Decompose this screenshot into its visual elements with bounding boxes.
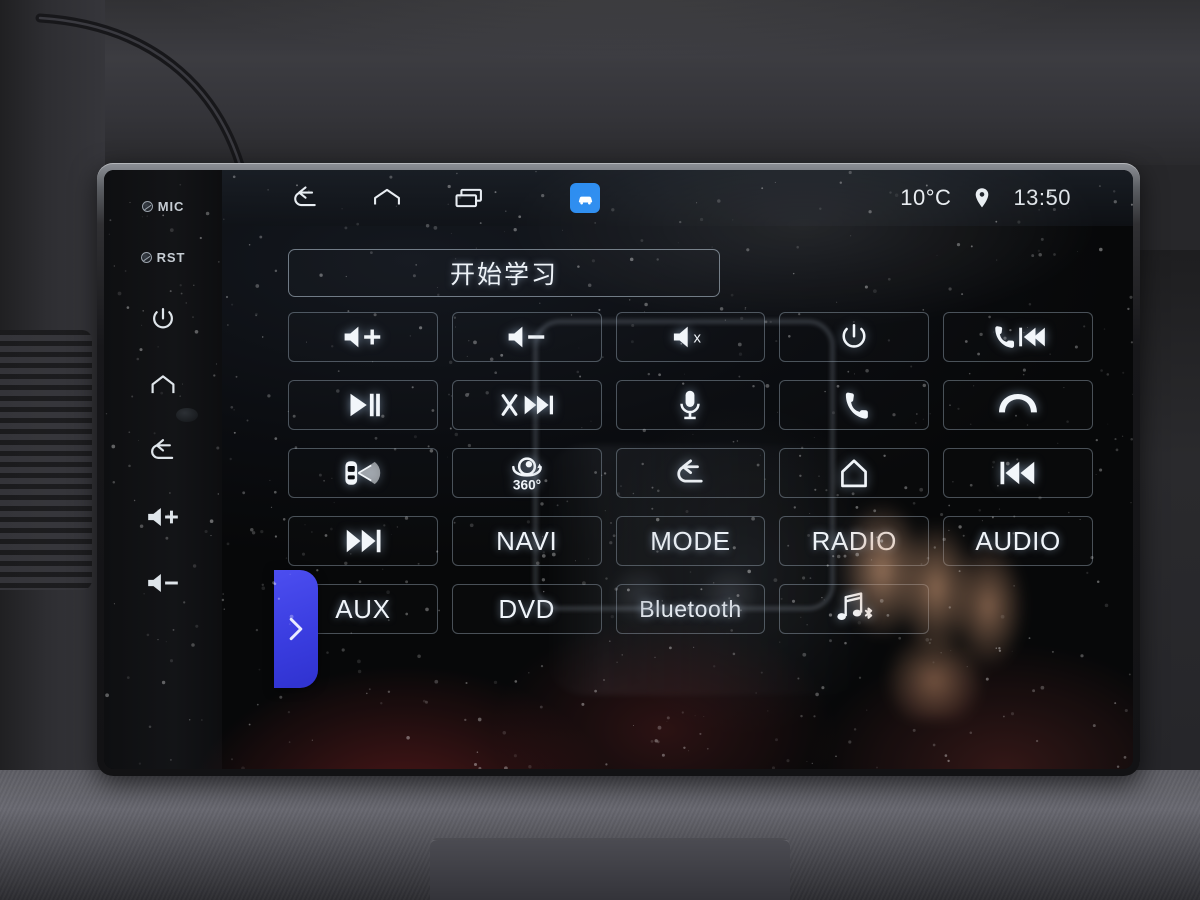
bezel-reset-button[interactable]: RST — [104, 228, 222, 286]
key-home[interactable] — [779, 448, 930, 498]
key-mute[interactable]: x — [615, 312, 766, 362]
reset-pinhole-icon — [140, 251, 152, 263]
svg-text:x: x — [694, 330, 702, 347]
key-call-hangup[interactable] — [943, 380, 1093, 430]
play-pause-icon — [350, 393, 380, 417]
key-navi[interactable]: NAVI — [451, 516, 602, 566]
key-volume-up[interactable] — [288, 312, 438, 362]
center-console-trim — [430, 838, 790, 900]
location-pin-icon — [976, 188, 989, 208]
clock-readout: 13:50 — [1013, 185, 1071, 210]
dashboard-photo: MIC RST 10°C 13:50 开始学习 x 360° NAVI MODE… — [0, 0, 1200, 900]
bezel-home-button[interactable] — [104, 352, 222, 418]
back-arrow-icon — [677, 459, 704, 483]
camera-360-icon: 360° — [511, 457, 542, 492]
key-mute-next[interactable] — [451, 380, 602, 430]
next-track-icon — [346, 529, 381, 553]
home-icon — [374, 188, 400, 205]
bezel-back-button[interactable] — [104, 418, 222, 484]
key-bluetooth[interactable]: Bluetooth — [615, 584, 766, 634]
key-previous-track[interactable] — [943, 448, 1093, 498]
chevron-right-icon — [289, 617, 303, 641]
rst-label: RST — [156, 249, 186, 265]
touchscreen[interactable]: MIC RST 10°C 13:50 开始学习 x 360° NAVI MODE… — [104, 170, 1133, 769]
car-cloud-icon — [578, 196, 592, 204]
key-parking-radar[interactable] — [288, 448, 438, 498]
volume-down-icon — [508, 326, 544, 348]
key-mode[interactable]: MODE — [615, 516, 766, 566]
key-radio[interactable]: RADIO — [779, 516, 930, 566]
power-icon — [153, 307, 173, 329]
phone-hangup-icon — [999, 394, 1038, 413]
key-call-answer[interactable] — [779, 380, 930, 430]
key-empty-slot — [943, 584, 1093, 634]
mute-next-track-icon — [501, 394, 553, 416]
phone-previous-icon — [995, 326, 1045, 348]
ir-sensor — [176, 408, 198, 422]
key-back[interactable] — [615, 448, 766, 498]
phone-answer-icon — [846, 392, 869, 419]
key-dvd[interactable]: DVD — [451, 584, 602, 634]
volume-down-icon — [148, 574, 178, 592]
recent-apps-icon — [455, 188, 482, 208]
air-vent — [0, 330, 92, 590]
key-next-track[interactable] — [288, 516, 438, 566]
nav-back-button[interactable] — [288, 181, 322, 215]
status-bar-right: 10°C 13:50 — [900, 185, 1071, 211]
dashboard-top-panel — [0, 0, 1200, 165]
car-app-shortcut[interactable] — [570, 183, 600, 213]
key-voice-microphone[interactable] — [615, 380, 766, 430]
key-play-pause[interactable] — [288, 380, 438, 430]
nav-recent-apps-button[interactable] — [452, 181, 486, 215]
camera-360-label: 360° — [513, 478, 541, 492]
volume-up-icon — [148, 508, 178, 526]
key-volume-down[interactable] — [451, 312, 602, 362]
nav-home-button[interactable] — [370, 181, 404, 215]
volume-up-icon — [344, 326, 381, 348]
home-icon — [841, 459, 868, 488]
key-call-previous[interactable] — [943, 312, 1093, 362]
previous-track-icon — [1000, 461, 1035, 485]
steering-control-key-grid: x 360° NAVI MODE RADIO AUDIO AUX DVD Blu… — [288, 312, 1093, 634]
left-bezel-key-strip: MIC RST — [104, 170, 222, 769]
bezel-volume-down-button[interactable] — [104, 550, 222, 616]
navigation-bar — [288, 181, 600, 215]
volume-mute-icon: x — [674, 326, 702, 348]
mic-label: MIC — [157, 198, 185, 214]
microphone-icon — [680, 390, 701, 420]
key-power[interactable] — [779, 312, 930, 362]
bezel-power-button[interactable] — [104, 286, 222, 352]
status-bar: 10°C 13:50 — [222, 170, 1133, 226]
key-audio[interactable]: AUDIO — [943, 516, 1093, 566]
bezel-mic-label: MIC — [104, 184, 222, 228]
key-bluetooth-music[interactable] — [779, 584, 930, 634]
home-icon — [151, 375, 175, 394]
start-learning-button[interactable]: 开始学习 — [288, 249, 720, 297]
back-arrow-icon — [151, 439, 174, 459]
steering-wheel-learn-panel: 开始学习 x 360° NAVI MODE RADIO AUDIO AUX DV… — [222, 226, 1117, 769]
car-head-unit: MIC RST 10°C 13:50 开始学习 x 360° NAVI MODE… — [97, 163, 1140, 776]
back-arrow-icon — [294, 186, 316, 207]
bezel-volume-up-button[interactable] — [104, 484, 222, 550]
power-icon — [842, 324, 866, 348]
bluetooth-music-icon — [837, 592, 873, 621]
car-radar-icon — [345, 461, 381, 485]
key-camera-360[interactable]: 360° — [451, 448, 602, 498]
microphone-pinhole-icon — [141, 200, 153, 212]
temperature-readout: 10°C — [900, 185, 952, 210]
side-drawer-tab[interactable] — [274, 570, 318, 688]
